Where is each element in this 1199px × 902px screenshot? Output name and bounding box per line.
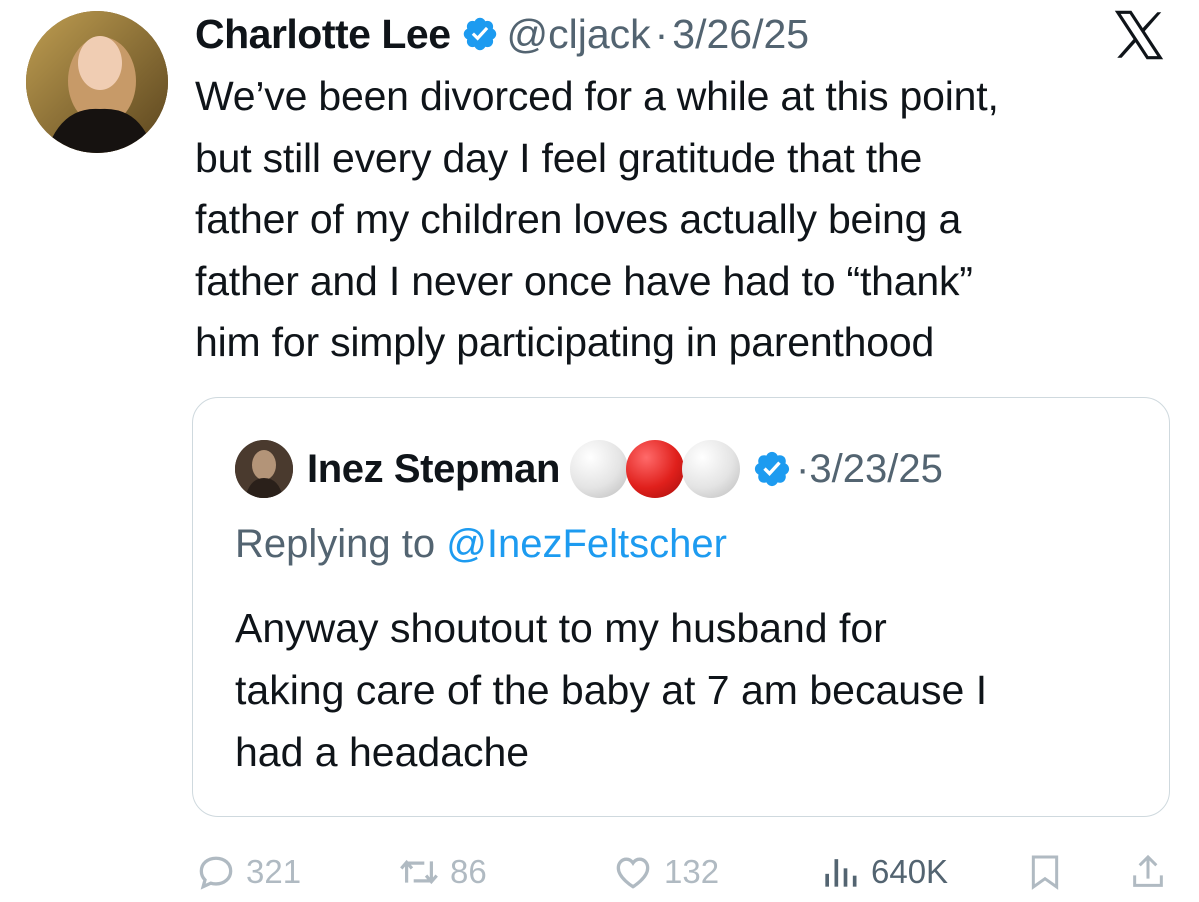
white-circle-icon — [682, 440, 741, 498]
tweet-line: father and I never once have had to “tha… — [195, 257, 973, 304]
quoted-tweet-header: Inez Stepman · 3/23/25 — [235, 440, 943, 498]
author-handle[interactable]: @cljack — [507, 11, 651, 58]
tweet-line: him for simply participating in parentho… — [195, 319, 935, 365]
avatar-photo — [26, 11, 168, 153]
replying-to-label: Replying to — [235, 522, 447, 566]
share-icon — [1133, 854, 1163, 887]
quoted-author-name[interactable]: Inez Stepman — [307, 447, 560, 492]
verified-badge-icon — [754, 451, 790, 487]
action-bar: 321 86 132 640K — [0, 840, 1199, 902]
quoted-line: taking care of the baby at 7 am because … — [235, 667, 988, 713]
reply-button[interactable]: 321 — [194, 850, 301, 894]
repost-count: 86 — [450, 853, 487, 890]
white-circle-icon — [570, 440, 629, 498]
repost-button[interactable]: 86 — [396, 850, 487, 894]
author-name[interactable]: Charlotte Lee — [195, 11, 451, 58]
like-icon — [616, 857, 650, 889]
author-avatar[interactable] — [26, 11, 168, 153]
bookmark-button[interactable] — [1025, 850, 1073, 894]
tweet-line: We’ve been divorced for a while at this … — [195, 73, 999, 119]
like-count: 132 — [664, 853, 720, 890]
like-button[interactable]: 132 — [610, 850, 719, 894]
tweet-date[interactable]: 3/26/25 — [672, 11, 809, 58]
separator-dot: · — [796, 446, 810, 491]
verified-badge-icon — [463, 17, 496, 51]
red-circle-icon — [626, 440, 685, 498]
views-button[interactable]: 640K — [817, 850, 948, 894]
bookmark-icon — [1031, 855, 1059, 890]
tweet-text: We’ve been divorced for a while at this … — [195, 66, 1185, 374]
share-button[interactable] — [1128, 850, 1176, 894]
reply-icon — [199, 856, 233, 890]
reply-count: 321 — [246, 853, 302, 890]
x-logo-icon[interactable] — [1110, 6, 1168, 64]
repost-icon — [400, 859, 438, 885]
quoted-avatar-photo — [235, 440, 293, 498]
tweet-header: Charlotte Lee @cljack · 3/26/25 — [195, 8, 809, 60]
views-count: 640K — [871, 853, 949, 890]
tweet-line: father of my children loves actually bei… — [195, 196, 962, 242]
views-icon — [825, 859, 857, 887]
separator-dot: · — [654, 10, 669, 57]
tweet-line: but still every day I feel gratitude tha… — [195, 134, 923, 181]
quoted-tweet-date[interactable]: 3/23/25 — [809, 447, 942, 492]
replying-to: Replying to @InezFeltscher — [235, 522, 727, 567]
replying-to-handle[interactable]: @InezFeltscher — [446, 522, 727, 566]
quoted-tweet-text: Anyway shoutout to my husband for taking… — [235, 597, 1145, 783]
quoted-line: Anyway shoutout to my husband for — [235, 605, 887, 651]
quoted-author-avatar[interactable] — [235, 440, 293, 498]
quoted-line: had a headache — [235, 729, 530, 775]
